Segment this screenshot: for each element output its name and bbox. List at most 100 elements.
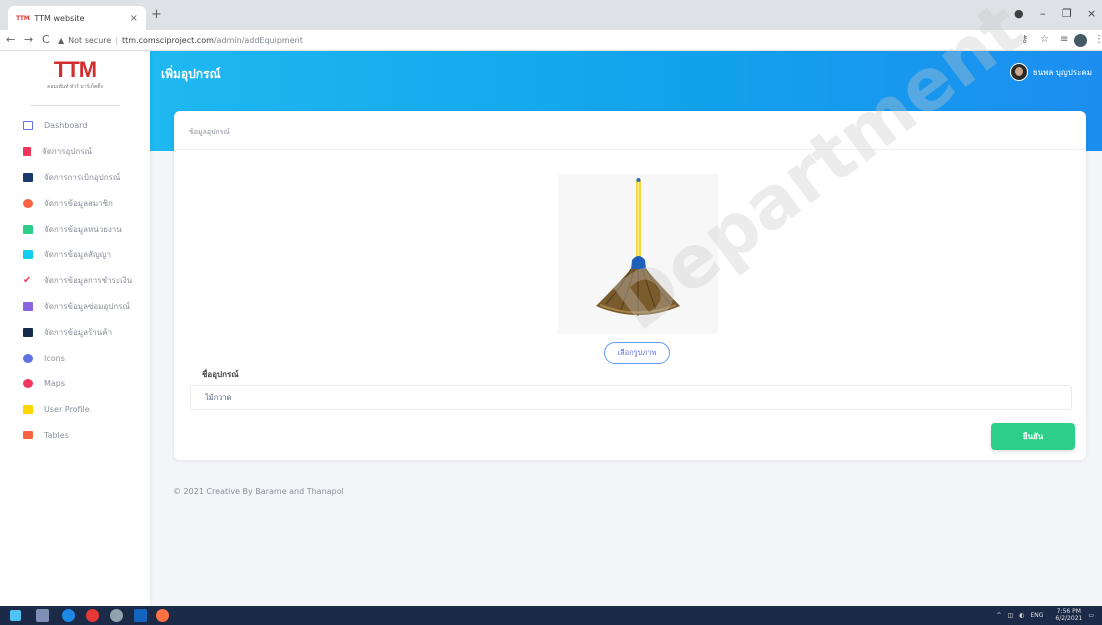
sidebar-item-departments[interactable]: จัดการข้อมูลหน่วยงาน [0,216,150,242]
clock-time: 7:56 PM [1056,608,1081,615]
favicon-icon: TTM [16,14,30,22]
sidebar-item-payments[interactable]: ✔ จัดการข้อมูลการชำระเงิน [0,268,150,294]
browser-tab[interactable]: TTM TTM website × [8,6,146,30]
sidebar-item-maps[interactable]: Maps [0,371,150,397]
clock[interactable]: 7:56 PM 6/2/2021 [1049,608,1082,622]
user-menu[interactable]: ธนพล บุญประคม [1009,63,1092,81]
equipment-name-input[interactable] [190,385,1072,410]
task-view-icon[interactable] [36,609,49,622]
logo-text: TTM [53,57,97,82]
warning-icon: ▲ [58,36,65,45]
notification-icon[interactable]: ▭ [1088,612,1094,619]
sidebar-item-contracts[interactable]: จัดการข้อมูลสัญญา [0,242,150,268]
sidebar-item-dashboard[interactable]: Dashboard [0,113,150,139]
sidebar-item-label: จัดการข้อมูลซ่อมอุปกรณ์ [44,301,130,311]
sidebar-item-tables[interactable]: Tables [0,423,150,449]
card-title: ข้อมูลอุปกรณ์ [189,128,231,136]
choose-image-button[interactable]: เลือกรูปภาพ [604,342,670,364]
sidebar-item-shops[interactable]: จัดการข้อมูลร้านค้า [0,319,150,345]
check-icon: ✔ [23,275,32,287]
sidebar-item-label: จัดการข้อมูลหน่วยงาน [44,224,122,234]
page-title: เพิ่มอุปกรณ์ [161,67,221,81]
sidebar-item-members[interactable]: จัดการข้อมูลสมาชิก [0,190,150,216]
equipment-image [558,174,718,334]
sidebar-item-label: จัดการข้อมูลสมาชิก [44,198,113,208]
close-window-button[interactable]: × [1087,7,1096,20]
card-divider [174,149,1086,150]
shop-icon [23,327,33,337]
tab-close-icon[interactable]: × [130,13,138,24]
sidebar-item-repairs[interactable]: จัดการข้อมูลซ่อมอุปกรณ์ [0,294,150,320]
sidebar-item-label: User Profile [44,405,90,415]
equipment-name-label: ชื่ออุปกรณ์ [202,370,239,379]
folder-icon [23,172,33,182]
logo-subtitle: คอมเพ้นท์ ทัวร์ มาร์เก็ตติ้ง [47,84,103,90]
logo[interactable]: TTM คอมเพ้นท์ ทัวร์ มาร์เก็ตติ้ง [0,59,150,106]
avatar [1009,63,1028,81]
pin-icon [23,379,33,389]
back-button[interactable]: ← [6,33,15,47]
list-icon [23,431,33,440]
new-tab-button[interactable]: + [151,8,162,21]
broom-image [558,174,718,334]
maximize-button[interactable]: ❐ [1062,7,1072,20]
sidebar-item-label: Dashboard [44,121,88,131]
sidebar-item-label: จัดการข้อมูลสัญญา [44,250,111,260]
submit-button[interactable]: ยืนยัน [991,423,1075,450]
url-separator: | [115,36,119,45]
menu-kebab-icon[interactable]: ⋮ [1094,33,1102,47]
planet-icon [23,353,33,363]
sidebar-item-label: Tables [44,430,69,440]
word-icon[interactable] [134,609,147,622]
profile-circle-icon[interactable]: ● [1014,7,1024,20]
forward-button[interactable]: → [24,33,33,47]
sidebar-item-equipment[interactable]: จัดการอุปกรณ์ [0,139,150,165]
url-host: ttm.comsciproject.com [122,36,214,45]
tv-icon [23,121,33,131]
user-icon [23,198,33,208]
sidebar-menu: Dashboard จัดการอุปกรณ์ จัดการการเบิกอุป… [0,113,150,448]
sidebar-item-label: จัดการข้อมูลการชำระเงิน [44,276,133,286]
logo-mark: TTM [0,59,150,81]
sidebar-item-label: จัดการอุปกรณ์ [42,147,92,157]
reload-button[interactable]: C [42,33,50,47]
star-icon[interactable]: ☆ [1040,33,1049,47]
app: เพิ่มอุปกรณ์ ธนพล บุญประคม TTM คอมเพ้นท์… [0,0,1102,606]
volume-icon[interactable]: ◐ [1019,612,1024,619]
key-icon[interactable]: ⚷ [1021,33,1028,47]
sidebar-item-label: Icons [44,353,65,363]
tab-title: TTM website [34,13,85,23]
user-name: ธนพล บุญประคม [1032,67,1092,77]
add-equipment-card: ข้อมูลอุปกรณ์ เลือกรูปภาพ ชื่ออุปกรณ์ ยื… [174,111,1086,460]
minimize-button[interactable]: – [1040,7,1046,20]
sidebar: TTM คอมเพ้นท์ ทัวร์ มาร์เก็ตติ้ง Dashboa… [0,51,150,606]
windows-start-icon[interactable] [10,610,21,621]
chrome-icon[interactable] [86,609,99,622]
sidebar-item-user-profile[interactable]: User Profile [0,397,150,423]
taskbar: ^ ◫ ◐ ENG 7:56 PM 6/2/2021 ▭ [0,606,1102,625]
contract-icon [23,250,33,260]
app-icon[interactable] [110,609,123,622]
language-indicator[interactable]: ENG [1030,612,1043,619]
tray-arrow-icon[interactable]: ^ [996,612,1001,619]
browser-tab-bar: TTM TTM website × + ● – ❐ × [0,0,1102,30]
equipment-icon [23,147,31,157]
reading-list-icon[interactable]: ≡ [1060,33,1068,47]
sidebar-item-withdraw[interactable]: จัดการการเบิกอุปกรณ์ [0,165,150,191]
edge-icon[interactable] [62,609,75,622]
network-icon[interactable]: ◫ [1008,612,1014,619]
address-bar: ← → C ▲ Not secure | ttm.comsciproject.c… [0,30,1102,51]
profile-avatar-icon[interactable] [1074,34,1087,52]
logo-divider [30,105,120,106]
sidebar-item-icons[interactable]: Icons [0,345,150,371]
url-field[interactable]: ▲ Not secure | ttm.comsciproject.com /ad… [58,33,1013,48]
sidebar-item-label: จัดการการเบิกอุปกรณ์ [44,172,121,182]
sidebar-item-label: จัดการข้อมูลร้านค้า [44,327,113,337]
tools-icon [23,301,33,311]
security-label: Not secure [68,36,112,45]
clock-date: 6/2/2021 [1055,615,1083,622]
sidebar-item-label: Maps [44,379,66,389]
person-icon [23,405,33,415]
browser-app-icon[interactable] [156,609,169,622]
url-path: /admin/addEquipment [213,36,303,45]
